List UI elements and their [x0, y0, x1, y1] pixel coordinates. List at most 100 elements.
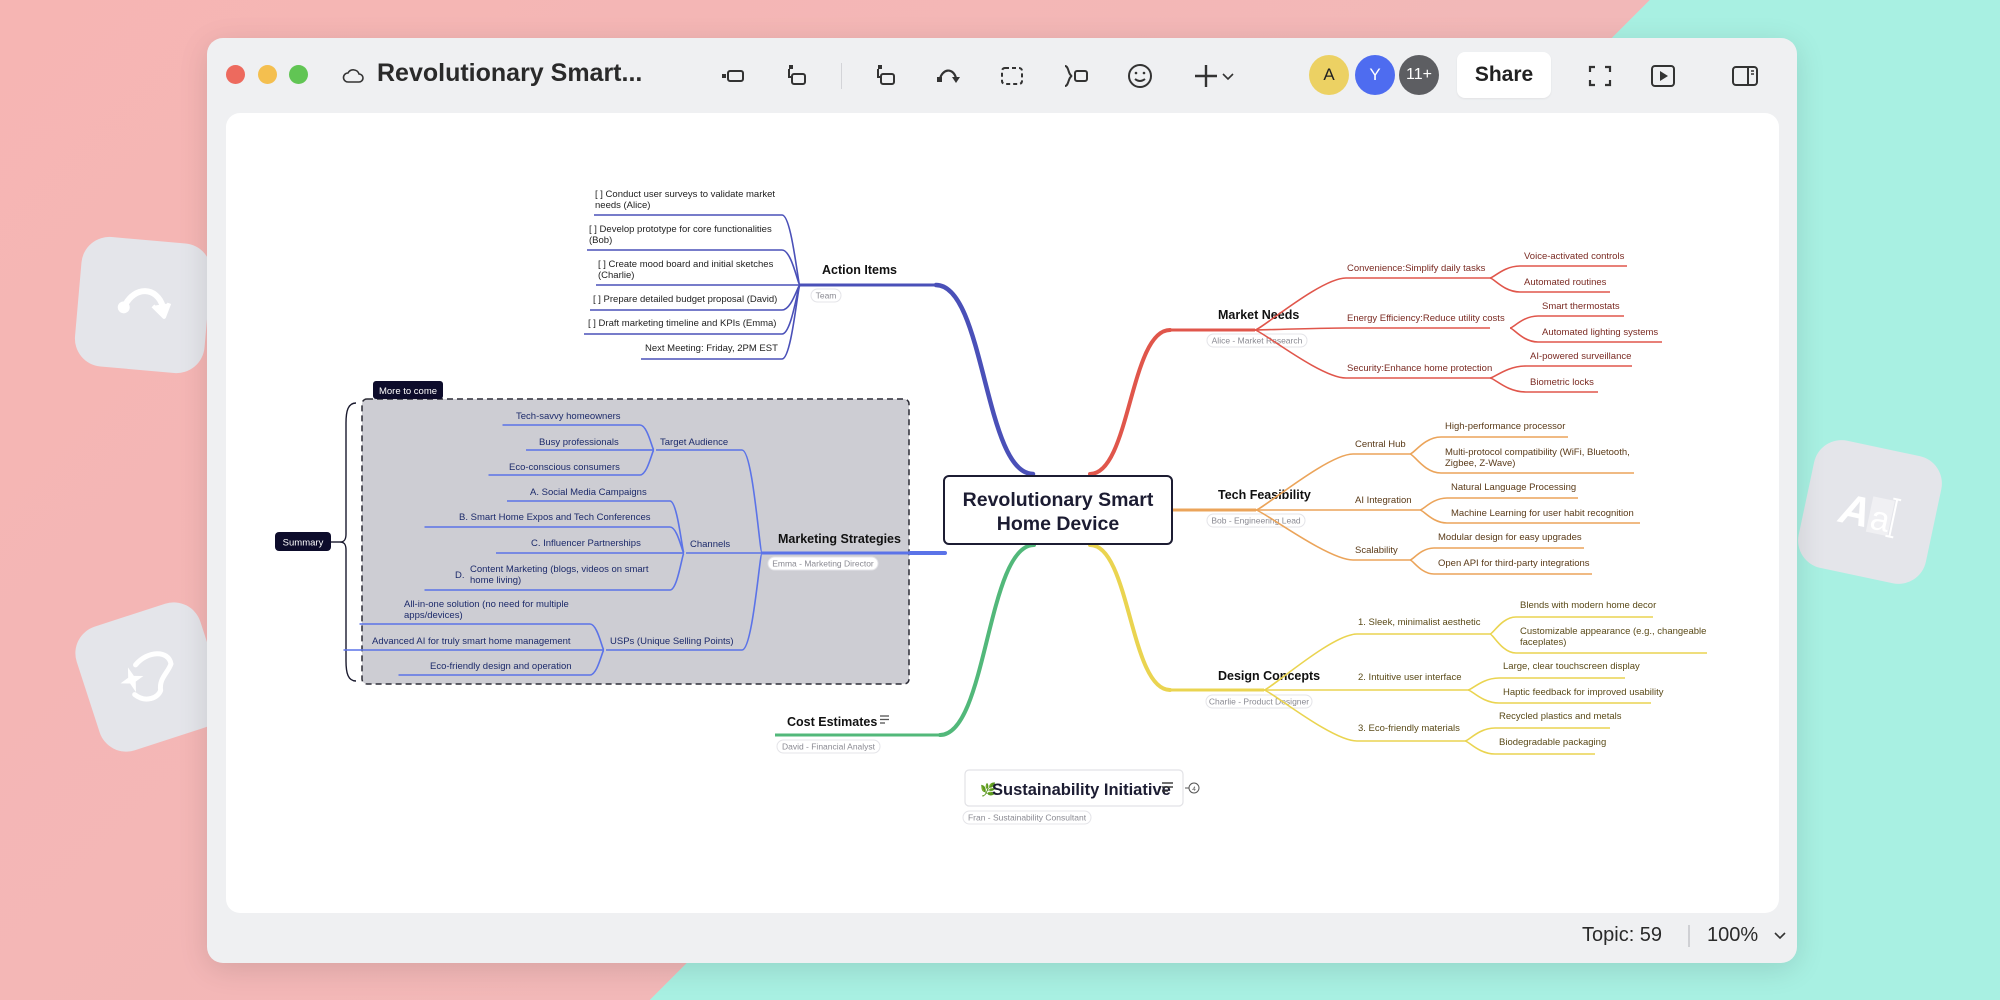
relationship-button[interactable]	[930, 58, 966, 94]
tech-item-1-1-connector	[1419, 509, 1448, 524]
design-topic[interactable]: Design Concepts	[1218, 669, 1320, 683]
market-needs-topic[interactable]: Market Needs	[1218, 308, 1299, 322]
market-group-text[interactable]: Security:Enhance home protection	[1347, 363, 1492, 374]
maximize-window-button[interactable]	[289, 65, 308, 84]
design-item-2-0-connector	[1464, 727, 1496, 742]
marketing-topic[interactable]: Marketing Strategies	[778, 532, 901, 546]
close-window-button[interactable]	[226, 65, 245, 84]
tech-group-text[interactable]: Central Hub	[1355, 439, 1406, 450]
insert-parent-button[interactable]	[867, 58, 903, 94]
boundary-label[interactable]: More to come	[379, 386, 437, 397]
floating-topic-text[interactable]: Sustainability Initiative	[992, 781, 1171, 799]
sidebar-toggle-button[interactable]	[1727, 58, 1763, 94]
market-item-text[interactable]: Biometric locks	[1530, 377, 1594, 388]
avatar[interactable]: Y	[1355, 55, 1395, 95]
tech-item-text[interactable]: Modular design for easy upgrades	[1438, 532, 1582, 543]
tech-topic[interactable]: Tech Feasibility	[1218, 488, 1311, 502]
market-item-text[interactable]: Smart thermostats	[1542, 301, 1620, 312]
action-item-text[interactable]: [ ] Draft marketing timeline and KPIs (E…	[588, 318, 776, 329]
marketing-group-text[interactable]: Channels	[690, 539, 730, 550]
avatar[interactable]: A	[1309, 55, 1349, 95]
design-item-text[interactable]: Haptic feedback for improved usability	[1503, 687, 1664, 698]
design-group-text[interactable]: 3. Eco-friendly materials	[1358, 723, 1460, 734]
market-item-text[interactable]: Automated lighting systems	[1542, 327, 1658, 338]
marketing-item-text[interactable]: All-in-one solution (no need for multipl…	[404, 599, 569, 610]
marketing-item-text[interactable]: Eco-conscious consumers	[509, 462, 620, 473]
marketing-item-text[interactable]: Advanced AI for truly smart home managem…	[372, 636, 571, 647]
market-group-text[interactable]: Convenience:Simplify daily tasks	[1347, 263, 1486, 274]
cost-topic[interactable]: Cost Estimates	[787, 715, 877, 729]
design-item-0-1-connector	[1489, 633, 1517, 654]
tech-item-text[interactable]: High-performance processor	[1445, 421, 1565, 432]
marketing-item-text[interactable]: B. Smart Home Expos and Tech Conferences	[459, 512, 651, 523]
summary-button[interactable]	[1058, 58, 1094, 94]
design-item-text[interactable]: Recycled plastics and metals	[1499, 711, 1622, 722]
marketing-item-text[interactable]: A. Social Media Campaigns	[530, 487, 647, 498]
market-item-text[interactable]: Voice-activated controls	[1524, 251, 1625, 262]
marketing-item-text[interactable]: apps/devices)	[404, 610, 463, 621]
action-item-text[interactable]: [ ] Prepare detailed budget proposal (Da…	[593, 294, 777, 305]
design-item-text[interactable]: Blends with modern home decor	[1520, 600, 1656, 611]
tech-item-2-1-connector	[1409, 559, 1435, 575]
action-item-text[interactable]: [ ] Create mood board and initial sketch…	[598, 259, 774, 270]
design-item-text[interactable]: Biodegradable packaging	[1499, 737, 1606, 748]
marketing-item-text[interactable]: Eco-friendly design and operation	[430, 661, 572, 672]
fullscreen-button[interactable]	[1582, 58, 1618, 94]
tech-item-text[interactable]: Natural Language Processing	[1451, 482, 1576, 493]
present-button[interactable]	[1645, 58, 1681, 94]
zoom-chevron-down-icon[interactable]	[1772, 927, 1788, 943]
central-topic-text[interactable]: Revolutionary Smart	[963, 489, 1154, 511]
action-item-text[interactable]: (Bob)	[589, 235, 612, 246]
action-item-text[interactable]: [ ] Develop prototype for core functiona…	[589, 224, 772, 235]
market-item-text[interactable]: Automated routines	[1524, 277, 1607, 288]
design-group-text[interactable]: 2. Intuitive user interface	[1358, 672, 1462, 683]
insert-subtopic-button[interactable]	[778, 58, 814, 94]
tech-item-text[interactable]: Zigbee, Z-Wave)	[1445, 458, 1515, 469]
mindmap-canvas[interactable]: More to come Summary Revolutionary Smart Ho…	[226, 113, 1779, 913]
zoom-level[interactable]: 100%	[1707, 924, 1758, 947]
action-item-text[interactable]: Next Meeting: Friday, 2PM EST	[645, 343, 778, 354]
tech-item-text[interactable]: Open API for third-party integrations	[1438, 558, 1590, 569]
footer-separator	[1688, 925, 1690, 947]
central-topic-text[interactable]: Home Device	[997, 513, 1120, 535]
mindmap-svg: More to come Summary Revolutionary SmartHo…	[275, 189, 1707, 825]
design-item-1-0-connector	[1467, 677, 1500, 691]
boundary-button[interactable]	[994, 58, 1030, 94]
marketing-group-text[interactable]: USPs (Unique Selling Points)	[610, 636, 734, 647]
play-icon	[1651, 65, 1675, 87]
market-item-text[interactable]: AI-powered surveillance	[1530, 351, 1631, 362]
add-menu-button[interactable]	[1185, 58, 1241, 94]
tech-group-text[interactable]: AI Integration	[1355, 495, 1412, 506]
action-item-text[interactable]: [ ] Conduct user surveys to validate mar…	[595, 189, 775, 200]
insert-parent-icon	[877, 65, 895, 85]
market-item-1-0-connector	[1509, 315, 1539, 329]
action-items-topic[interactable]: Action Items	[822, 263, 897, 277]
insert-topic-button[interactable]	[715, 58, 751, 94]
collapsed-count: 4	[1192, 786, 1196, 793]
market-group-text[interactable]: Energy Efficiency:Reduce utility costs	[1347, 313, 1505, 324]
design-item-text[interactable]: Large, clear touchscreen display	[1503, 661, 1640, 672]
marketing-group-text[interactable]: Target Audience	[660, 437, 728, 448]
more-collaborators-avatar[interactable]: 11+	[1399, 55, 1439, 95]
marketing-item-text[interactable]: home living)	[470, 575, 521, 586]
marketing-item-text[interactable]: Tech-savvy homeowners	[516, 411, 621, 422]
marketing-item-text[interactable]: C. Influencer Partnerships	[531, 538, 641, 549]
emoji-button[interactable]	[1122, 58, 1158, 94]
floating-note: Fran - Sustainability Consultant	[968, 813, 1087, 823]
share-button[interactable]: Share	[1457, 52, 1551, 98]
boundary-icon	[1001, 67, 1023, 85]
action-item-text[interactable]: needs (Alice)	[595, 200, 650, 211]
market-item-2-0-connector	[1489, 365, 1527, 379]
marketing-item-text[interactable]: Busy professionals	[539, 437, 619, 448]
design-group-text[interactable]: 1. Sleek, minimalist aesthetic	[1358, 617, 1481, 628]
action-item-text[interactable]: (Charlie)	[598, 270, 634, 281]
marketing-item-text[interactable]: Content Marketing (blogs, videos on smar…	[470, 564, 649, 575]
tech-group-text[interactable]: Scalability	[1355, 545, 1398, 556]
minimize-window-button[interactable]	[258, 65, 277, 84]
tech-item-text[interactable]: Multi-protocol compatibility (WiFi, Blue…	[1445, 447, 1630, 458]
tech-item-text[interactable]: Machine Learning for user habit recognit…	[1451, 508, 1634, 519]
document-title[interactable]: Revolutionary Smart...	[377, 59, 642, 88]
design-item-text[interactable]: Customizable appearance (e.g., changeabl…	[1520, 626, 1706, 637]
design-item-text[interactable]: faceplates)	[1520, 637, 1566, 648]
summary-label[interactable]: Summary	[283, 538, 324, 549]
